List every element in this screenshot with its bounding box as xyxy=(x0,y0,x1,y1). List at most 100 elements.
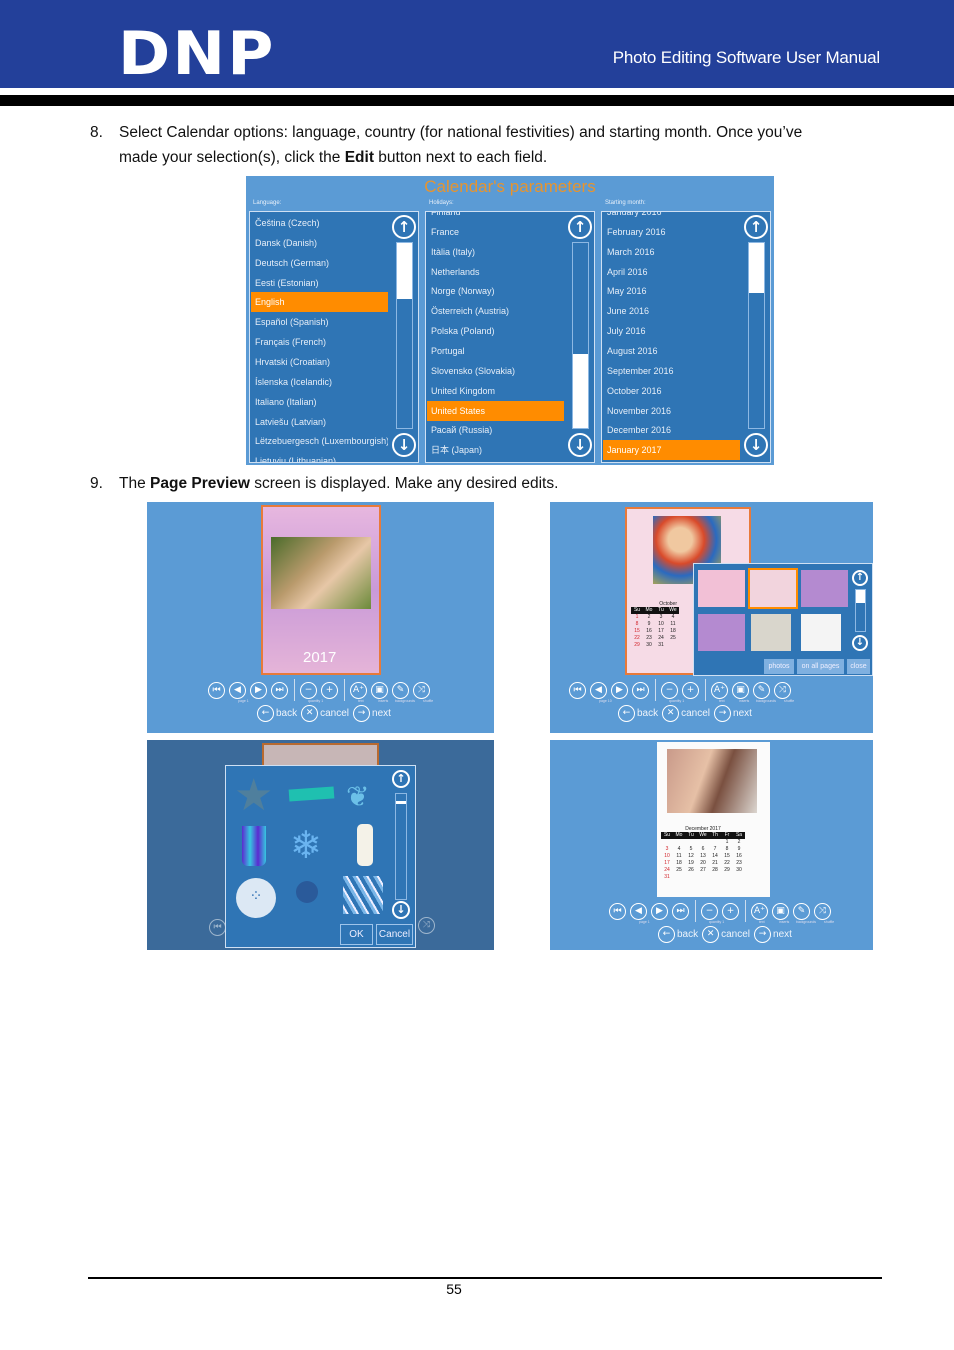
list-item[interactable]: Lëtzebuergesch (Luxembourgish) xyxy=(251,431,388,451)
backgrounds-icon[interactable]: ✎ xyxy=(753,681,770,699)
increase-quantity-icon[interactable]: + xyxy=(321,681,338,699)
back-arrow-icon[interactable]: ← xyxy=(658,926,675,943)
list-item[interactable]: Íslenska (Icelandic) xyxy=(251,372,388,392)
cancel-x-icon[interactable]: ✕ xyxy=(702,926,720,943)
bottle-sticker[interactable] xyxy=(357,824,373,866)
close-button[interactable]: close xyxy=(847,659,870,674)
list-item[interactable]: August 2016 xyxy=(603,341,740,361)
inserts-icon[interactable]: ▣ xyxy=(732,681,749,699)
list-item-selected[interactable]: United States xyxy=(427,400,564,421)
list-item[interactable]: Eesti (Estonian) xyxy=(251,273,388,293)
back-arrow-icon[interactable]: ← xyxy=(618,705,635,722)
star-sticker[interactable]: ★ xyxy=(234,770,273,821)
background-thumb[interactable] xyxy=(801,614,841,651)
background-thumb[interactable] xyxy=(801,570,848,607)
scroll-down-icon[interactable]: ↓ xyxy=(852,635,868,651)
first-page-icon[interactable]: ⏮ xyxy=(208,681,225,699)
param-list[interactable]: January 2016 February 2016 March 2016 April… xyxy=(601,211,771,463)
shuffle-icon[interactable]: ⤨ xyxy=(774,681,791,699)
increase-quantity-icon[interactable]: + xyxy=(722,902,739,920)
scroll-up-icon[interactable]: ↑ xyxy=(392,770,410,788)
scroll-down-icon[interactable]: ↓ xyxy=(568,433,592,457)
list-item[interactable]: February 2016 xyxy=(603,222,740,242)
cancel-button[interactable]: Cancel xyxy=(376,924,413,945)
list-item[interactable]: January 2016 xyxy=(603,212,740,222)
scroll-up-icon[interactable]: ↑ xyxy=(852,570,868,586)
list-item[interactable]: Lietuviu (Lithuanian) xyxy=(251,451,388,462)
list-item-selected[interactable]: English xyxy=(251,292,388,313)
previous-page-icon[interactable]: ◀ xyxy=(630,902,647,920)
ornaments-sticker[interactable] xyxy=(296,881,318,903)
list-item[interactable]: 日本 (Japan) xyxy=(427,440,564,460)
list-item[interactable]: November 2016 xyxy=(603,401,740,421)
background-thumb[interactable] xyxy=(698,570,745,607)
last-page-icon[interactable]: ⏭ xyxy=(271,681,288,699)
shuffle-icon[interactable]: ⤨ xyxy=(814,902,831,920)
scrollbar[interactable] xyxy=(395,793,407,900)
back-button[interactable]: back xyxy=(637,708,658,719)
last-page-icon[interactable]: ⏭ xyxy=(632,681,649,699)
background-thumb[interactable] xyxy=(698,614,745,651)
scrollbar[interactable] xyxy=(396,242,413,429)
list-item[interactable]: Hrvatski (Croatian) xyxy=(251,352,388,372)
next-button[interactable]: next xyxy=(372,708,391,719)
scrollbar[interactable] xyxy=(855,589,866,632)
streamers-sticker[interactable] xyxy=(343,876,383,914)
snowflake-sticker[interactable]: ❄ xyxy=(290,823,322,868)
next-arrow-icon[interactable]: → xyxy=(353,705,371,722)
cancel-button[interactable]: cancel xyxy=(320,708,349,719)
scroll-up-icon[interactable]: ↑ xyxy=(392,215,416,239)
list-item[interactable]: Österreich (Austria) xyxy=(427,301,564,321)
backgrounds-icon[interactable]: ✎ xyxy=(793,902,810,920)
list-item[interactable]: Dansk (Danish) xyxy=(251,233,388,253)
background-thumb-selected[interactable] xyxy=(748,568,798,609)
cancel-button[interactable]: cancel xyxy=(721,929,750,940)
shuffle-icon[interactable]: ⤨ xyxy=(413,681,430,699)
list-item[interactable]: October 2016 xyxy=(603,381,740,401)
list-item[interactable]: March 2016 xyxy=(603,242,740,262)
list-item[interactable]: April 2016 xyxy=(603,262,740,282)
scroll-up-icon[interactable]: ↑ xyxy=(744,215,768,239)
next-page-icon[interactable]: ▶ xyxy=(611,681,628,699)
previous-page-icon[interactable]: ◀ xyxy=(229,681,246,699)
param-list[interactable]: Finland France Itàlia (Italy) Netherlands No… xyxy=(425,211,595,463)
param-list[interactable]: Čeština (Czech) Dansk (Danish) Deutsch (Ge… xyxy=(249,211,419,463)
list-item[interactable]: Español (Spanish) xyxy=(251,312,388,332)
list-item-selected[interactable]: January 2017 xyxy=(603,440,740,461)
list-item[interactable]: Norge (Norway) xyxy=(427,281,564,301)
inserts-icon[interactable]: ▣ xyxy=(772,902,789,920)
list-item[interactable]: June 2016 xyxy=(603,301,740,321)
list-item[interactable]: Deutsch (German) xyxy=(251,253,388,273)
scrollbar[interactable] xyxy=(572,242,589,429)
list-item[interactable]: Расай (Russia) xyxy=(427,420,564,440)
list-item[interactable]: July 2016 xyxy=(603,321,740,341)
list-item[interactable]: Portugal xyxy=(427,341,564,361)
text-icon[interactable]: A⁺ xyxy=(350,681,367,699)
next-page-icon[interactable]: ▶ xyxy=(651,902,668,920)
list-item[interactable]: Finland xyxy=(427,212,564,222)
backgrounds-icon[interactable]: ✎ xyxy=(392,681,409,699)
decrease-quantity-icon[interactable]: − xyxy=(701,902,718,920)
back-arrow-icon[interactable]: ← xyxy=(257,705,274,722)
list-item[interactable]: Latviešu (Latvian) xyxy=(251,412,388,432)
scroll-down-icon[interactable]: ↓ xyxy=(392,433,416,457)
decrease-quantity-icon[interactable]: − xyxy=(661,681,678,699)
increase-quantity-icon[interactable]: + xyxy=(682,681,699,699)
scrollbar[interactable] xyxy=(748,242,765,429)
list-item[interactable]: Netherlands xyxy=(427,262,564,282)
next-arrow-icon[interactable]: → xyxy=(754,926,772,943)
list-item[interactable]: Français (French) xyxy=(251,332,388,352)
next-page-icon[interactable]: ▶ xyxy=(250,681,267,699)
list-item[interactable]: Polska (Poland) xyxy=(427,321,564,341)
list-item[interactable]: December 2016 xyxy=(603,420,740,440)
list-item[interactable]: Itàlia (Italy) xyxy=(427,242,564,262)
back-button[interactable]: back xyxy=(677,929,698,940)
cancel-button[interactable]: cancel xyxy=(681,708,710,719)
button-sticker[interactable]: ⁘ xyxy=(236,878,276,918)
scrollbar-thumb[interactable] xyxy=(749,243,764,293)
inserts-icon[interactable]: ▣ xyxy=(371,681,388,699)
ribbon-sticker[interactable] xyxy=(288,786,335,802)
first-page-icon[interactable]: ⏮ xyxy=(569,681,586,699)
previous-page-icon[interactable]: ◀ xyxy=(590,681,607,699)
next-button[interactable]: next xyxy=(773,929,792,940)
